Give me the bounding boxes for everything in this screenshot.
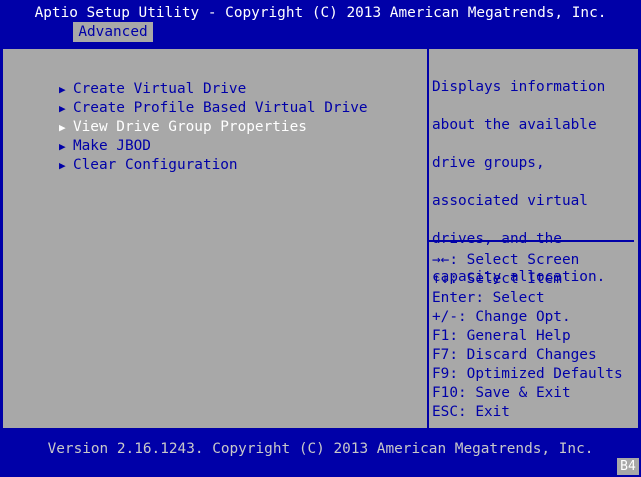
menu-item-create-virtual-drive[interactable]: ▶ Create Virtual Drive <box>7 61 246 97</box>
menu-pane: ▶ Create Virtual Drive ▶ Create Profile Ba… <box>3 49 429 428</box>
tab-advanced[interactable]: Advanced <box>73 22 153 42</box>
key-legend: →←: Select Screen ↑↓: Select Item Enter:… <box>432 251 637 422</box>
app-title: Aptio Setup Utility - Copyright (C) 2013… <box>34 5 607 21</box>
menu-item-make-jbod[interactable]: ▶ Make JBOD <box>7 118 151 154</box>
arrow-right-icon: ▶ <box>58 159 66 172</box>
key-general-help: F1: General Help <box>432 328 571 344</box>
help-line: Displays information <box>432 79 606 95</box>
help-line: drive groups, <box>432 155 545 171</box>
key-exit: ESC: Exit <box>432 404 510 420</box>
key-enter-select: Enter: Select <box>432 290 545 306</box>
key-select-item: ↑↓: Select Item <box>432 271 562 287</box>
key-optimized-defaults: F9: Optimized Defaults <box>432 366 623 382</box>
key-change-opt: +/-: Change Opt. <box>432 309 571 325</box>
help-line: associated virtual <box>432 193 588 209</box>
menu-item-view-drive-group-properties[interactable]: ▶ View Drive Group Properties <box>7 99 307 135</box>
key-select-screen: →←: Select Screen <box>432 252 580 268</box>
help-divider <box>429 240 634 242</box>
main-panel: ▶ Create Virtual Drive ▶ Create Profile Ba… <box>2 48 639 429</box>
footer-version: Version 2.16.1243. Copyright (C) 2013 Am… <box>47 441 594 457</box>
menu-item-clear-configuration[interactable]: ▶ Clear Configuration <box>7 137 238 173</box>
key-discard-changes: F7: Discard Changes <box>432 347 597 363</box>
version-badge: B4 <box>617 458 639 475</box>
help-line: about the available <box>432 117 597 133</box>
key-save-exit: F10: Save & Exit <box>432 385 571 401</box>
menu-item-create-profile-based-virtual-drive[interactable]: ▶ Create Profile Based Virtual Drive <box>7 80 368 116</box>
